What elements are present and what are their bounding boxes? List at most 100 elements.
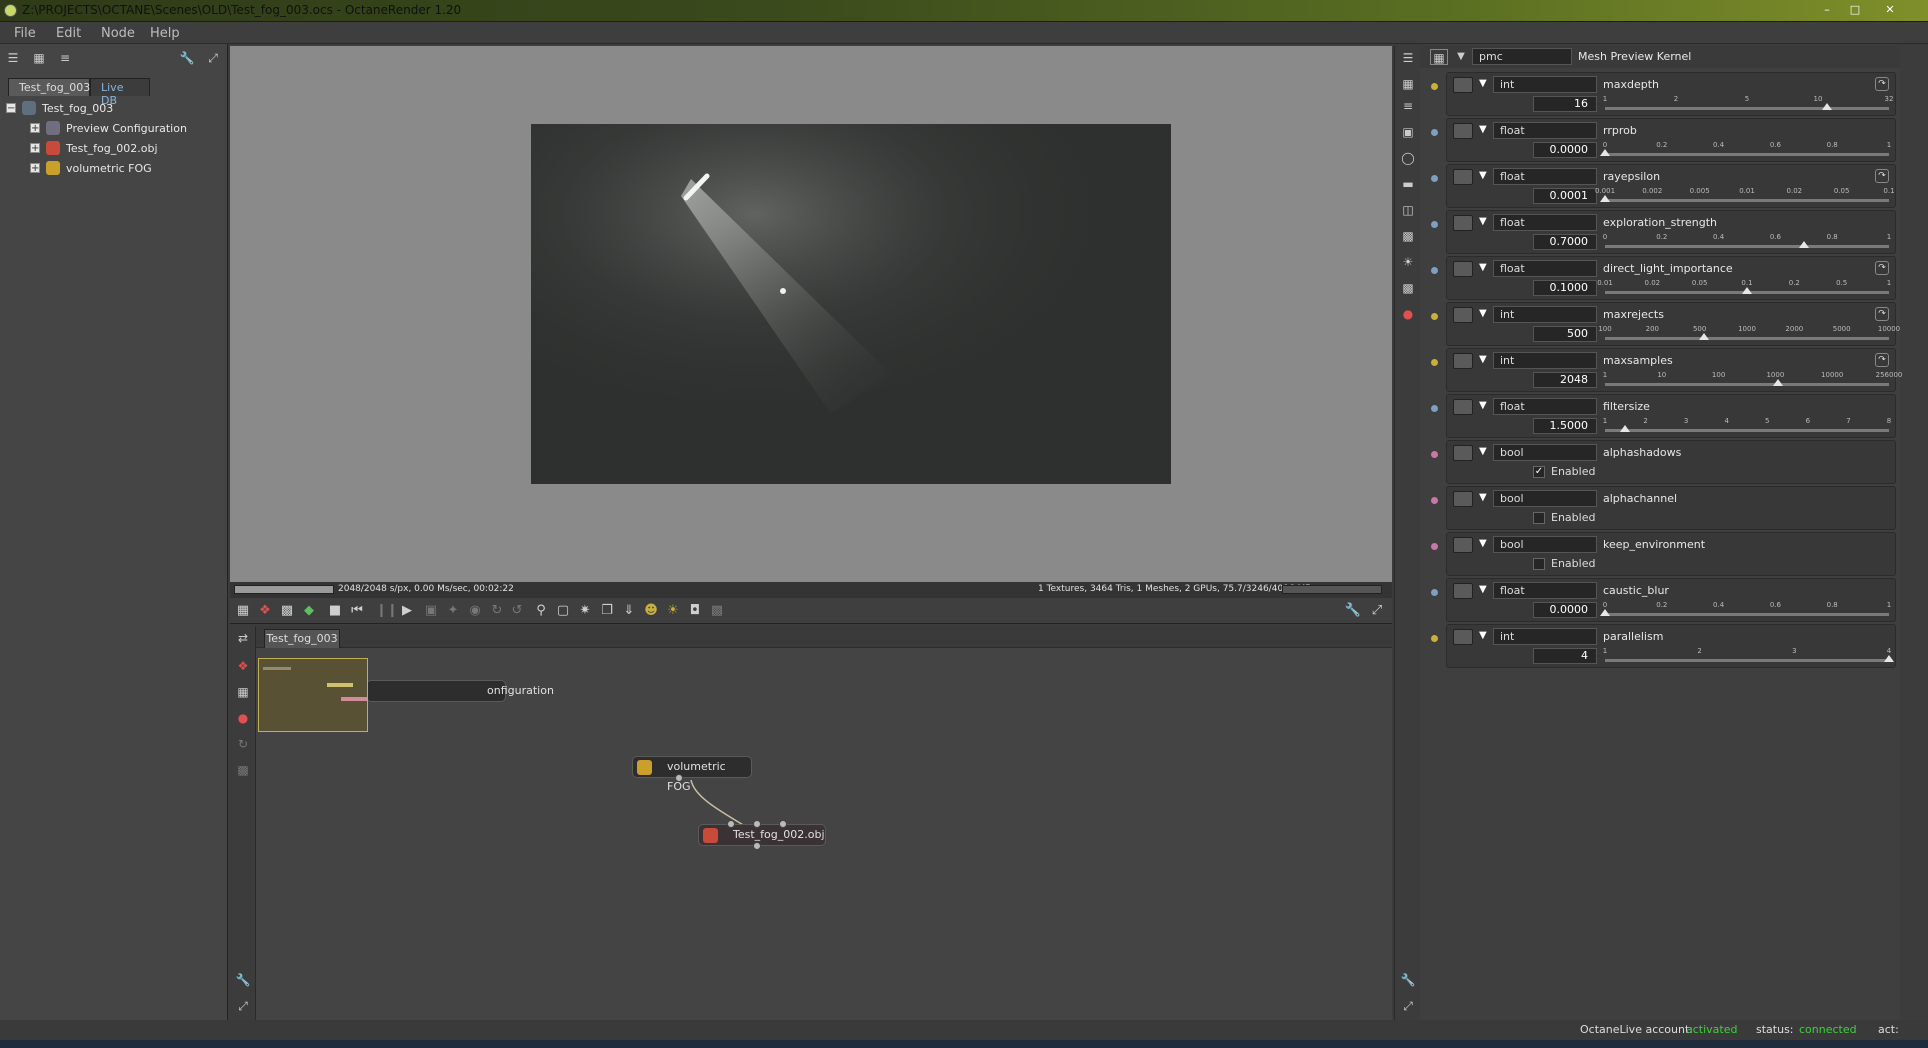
menu-file[interactable]: File [14, 26, 36, 41]
collapse-triangle-icon[interactable]: ▼ [1479, 584, 1487, 595]
param-slider[interactable]: 1 10 100 1000 10000 256000 [1603, 371, 1902, 389]
collapse-triangle-icon[interactable]: ▼ [1479, 446, 1487, 457]
output-port[interactable] [675, 774, 683, 782]
param-type-select[interactable]: int [1493, 628, 1597, 645]
picture-icon[interactable]: ▩ [1399, 228, 1417, 244]
tab-live-db[interactable]: Live DB [90, 78, 150, 107]
slider-thumb[interactable] [1600, 195, 1610, 202]
param-pin-dot[interactable] [1431, 313, 1438, 320]
node-graph-minimap[interactable] [258, 658, 368, 732]
collapse-icon[interactable]: − [6, 103, 16, 114]
param-value-field[interactable]: 4 [1533, 648, 1597, 664]
param-slider[interactable]: 100 200 500 1000 2000 5000 10000 [1598, 325, 1900, 343]
param-type-icon[interactable] [1453, 629, 1473, 645]
pause-icon[interactable]: ❙❙ [376, 602, 398, 620]
collapse-triangle-icon[interactable]: ▼ [1479, 78, 1487, 89]
image-icon[interactable]: ▦ [234, 684, 252, 700]
menu-node[interactable]: Node [101, 26, 135, 41]
wrench-icon[interactable]: 🔧 [1399, 972, 1417, 988]
trash-icon[interactable]: ▩ [708, 602, 726, 620]
param-type-select[interactable]: int [1493, 306, 1597, 323]
param-checkbox[interactable] [1533, 558, 1545, 570]
param-value-field[interactable]: 0.0000 [1533, 142, 1597, 158]
param-pin-dot[interactable] [1431, 543, 1438, 550]
wrench-icon[interactable]: 🔧 [234, 972, 252, 988]
param-slider[interactable]: 1 2 5 10 32 [1603, 95, 1893, 113]
material-icon[interactable]: ● [234, 710, 252, 726]
curve-icon[interactable]: ↷ [1875, 261, 1889, 275]
autofocus-icon[interactable]: ✦ [444, 602, 462, 620]
param-type-select[interactable]: int [1493, 352, 1597, 369]
input-port[interactable] [779, 820, 787, 828]
layers-icon[interactable]: ▦ [30, 50, 48, 66]
param-type-icon[interactable] [1453, 77, 1473, 93]
curve-icon[interactable]: ↷ [1875, 169, 1889, 183]
image-icon[interactable]: ▣ [1399, 124, 1417, 140]
param-type-select[interactable]: int [1493, 76, 1597, 93]
material-picker-icon[interactable]: ◉ [466, 602, 484, 620]
param-slider[interactable]: 1 2 3 4 5 6 7 8 [1603, 417, 1891, 435]
param-pin-dot[interactable] [1431, 589, 1438, 596]
material-icon[interactable]: ● [1399, 306, 1417, 322]
collapse-triangle-icon[interactable]: ▼ [1452, 49, 1470, 65]
collapse-all-icon[interactable]: ≡ [1399, 98, 1417, 114]
tab-scene[interactable]: Test_fog_003 [8, 78, 90, 96]
geometry-icon[interactable]: ↻ [234, 736, 252, 752]
param-value-field[interactable]: 0.1000 [1533, 280, 1597, 296]
param-slider[interactable]: 0 0.2 0.4 0.6 0.8 1 [1600, 141, 1891, 159]
param-type-select[interactable]: float [1493, 260, 1597, 277]
param-type-icon[interactable] [1453, 491, 1473, 507]
param-pin-dot[interactable] [1431, 405, 1438, 412]
slider-thumb[interactable] [1600, 149, 1610, 156]
database-icon[interactable]: ◫ [1399, 202, 1417, 218]
param-slider[interactable]: 0 0.2 0.4 0.6 0.8 1 [1600, 601, 1891, 619]
param-type-icon[interactable] [1453, 445, 1473, 461]
collapse-triangle-icon[interactable]: ▼ [1479, 124, 1487, 135]
collapse-triangle-icon[interactable]: ▼ [1479, 538, 1487, 549]
curve-icon[interactable]: ↷ [1875, 307, 1889, 321]
param-value-field[interactable]: 500 [1533, 326, 1597, 342]
param-pin-dot[interactable] [1431, 497, 1438, 504]
param-slider[interactable]: 1 2 3 4 [1603, 647, 1894, 665]
camera-icon[interactable]: ◘ [686, 602, 704, 620]
node-tree-icon[interactable]: ⇄ [234, 630, 252, 646]
param-pin-dot[interactable] [1431, 451, 1438, 458]
slider-thumb[interactable] [1742, 287, 1752, 294]
copy-icon[interactable]: ❐ [598, 602, 616, 620]
graph-icon[interactable]: ▩ [1399, 280, 1417, 296]
param-type-icon[interactable] [1453, 537, 1473, 553]
geometry-icon[interactable]: ◯ [1399, 150, 1417, 166]
param-type-icon[interactable] [1453, 399, 1473, 415]
param-slider[interactable]: 0.01 0.02 0.05 0.1 0.2 0.5 1 [1597, 279, 1891, 297]
param-pin-dot[interactable] [1431, 175, 1438, 182]
param-type-select[interactable]: float [1493, 582, 1597, 599]
export-icon[interactable]: ⇓ [620, 602, 638, 620]
collapse-triangle-icon[interactable]: ▼ [1479, 400, 1487, 411]
render-viewport[interactable] [230, 46, 1392, 582]
param-type-icon[interactable] [1453, 307, 1473, 323]
white-balance-icon[interactable]: ↺ [508, 602, 526, 620]
screen-icon[interactable]: ▣ [422, 602, 440, 620]
param-type-select[interactable]: bool [1493, 490, 1597, 507]
expand-all-icon[interactable]: ☰ [4, 50, 22, 66]
param-value-field[interactable]: 1.5000 [1533, 418, 1597, 434]
collapse-triangle-icon[interactable]: ▼ [1479, 216, 1487, 227]
param-type-icon[interactable] [1453, 215, 1473, 231]
node-volumetric-fog[interactable]: volumetric FOG [632, 756, 752, 793]
param-pin-dot[interactable] [1431, 359, 1438, 366]
node-graph-editor[interactable]: Test_fog_003 onfiguration volumetric FOG… [256, 626, 1392, 1020]
param-value-field[interactable]: 16 [1533, 96, 1597, 112]
param-value-field[interactable]: 0.0000 [1533, 602, 1597, 618]
close-button[interactable]: ✕ [1872, 2, 1908, 18]
film-icon[interactable]: ▬ [1399, 176, 1417, 192]
slider-thumb[interactable] [1798, 241, 1809, 248]
fullscreen-icon[interactable]: ⤢ [1368, 602, 1386, 620]
slider-thumb[interactable] [1821, 103, 1832, 110]
collapse-triangle-icon[interactable]: ▼ [1479, 630, 1487, 641]
collapse-triangle-icon[interactable]: ▼ [1479, 354, 1487, 365]
param-type-select[interactable]: float [1493, 214, 1597, 231]
collapse-triangle-icon[interactable]: ▼ [1479, 262, 1487, 273]
param-pin-dot[interactable] [1431, 221, 1438, 228]
sun-icon[interactable]: ☀ [664, 602, 682, 620]
fullscreen-icon[interactable]: ⤢ [234, 998, 252, 1014]
